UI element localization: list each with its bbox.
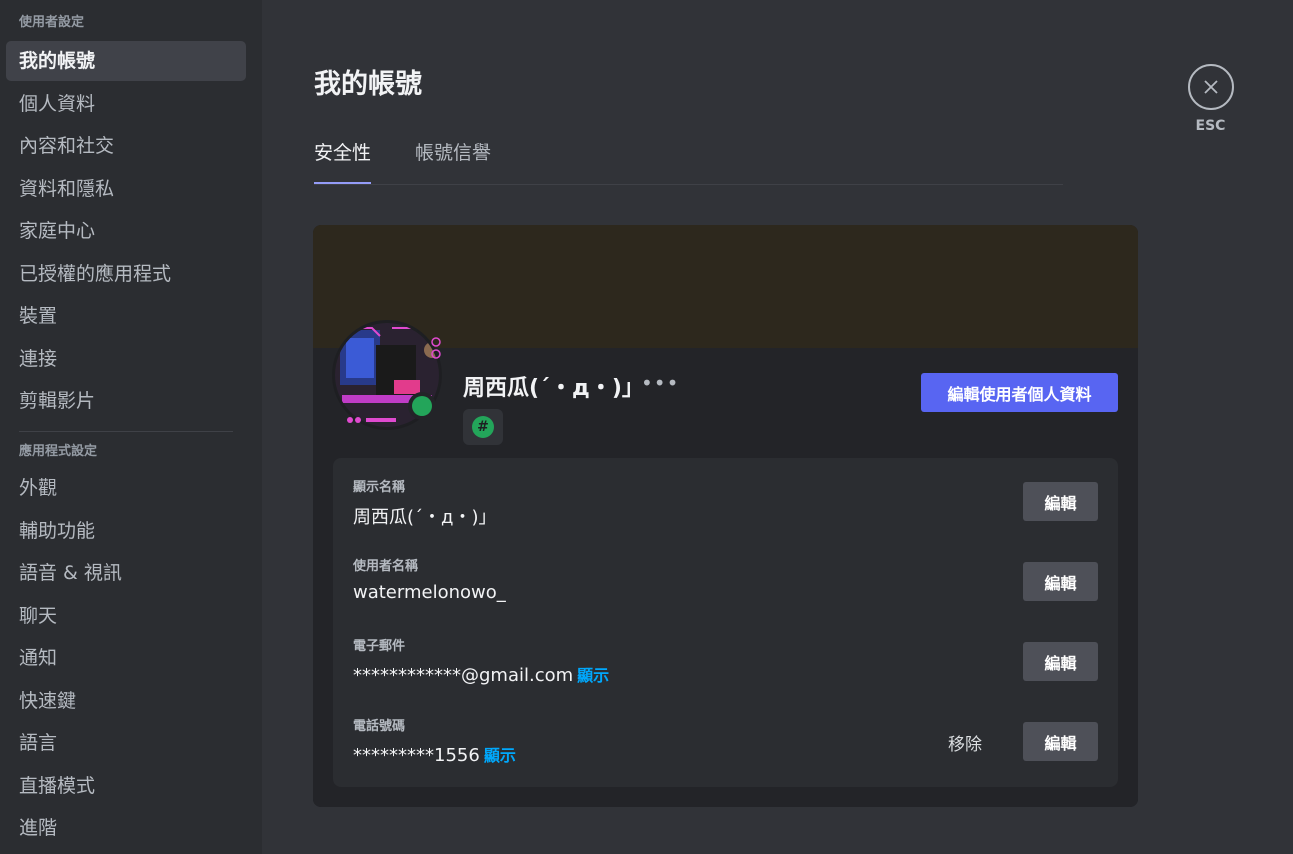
sidebar-item-accessibility[interactable]: 輔助功能 (6, 511, 246, 551)
close-icon[interactable] (1188, 64, 1234, 110)
field-label: 使用者名稱 (353, 559, 419, 574)
sidebar-item-notifications[interactable]: 通知 (6, 638, 246, 678)
edit-phone-button[interactable]: 編輯 (1023, 722, 1098, 761)
esc-label: ESC (1195, 118, 1226, 134)
sidebar-item-profiles[interactable]: 個人資料 (6, 84, 246, 124)
phone-field: 電話號碼 *********1556 顯示 (353, 718, 516, 766)
field-label: 電話號碼 (353, 719, 406, 734)
edit-email-button[interactable]: 編輯 (1023, 642, 1098, 681)
display-name-field: 顯示名稱 周西瓜(ˊ・д・)」 (353, 479, 497, 529)
sidebar-item-my-account[interactable]: 我的帳號 (6, 41, 246, 81)
sidebar-item-streamer-mode[interactable]: 直播模式 (6, 766, 246, 806)
field-label: 電子郵件 (353, 639, 406, 654)
account-info-box: 顯示名稱 周西瓜(ˊ・д・)」 編輯 使用者名稱 watermelonowo_ … (333, 458, 1118, 787)
sidebar-item-advanced[interactable]: 進階 (6, 808, 246, 848)
edit-display-name-button[interactable]: 編輯 (1023, 482, 1098, 521)
sidebar-divider (19, 431, 233, 432)
reveal-phone-link[interactable]: 顯示 (484, 746, 516, 765)
sidebar-item-appearance[interactable]: 外觀 (6, 468, 246, 508)
reveal-email-link[interactable]: 顯示 (577, 666, 609, 685)
sidebar-item-family-center[interactable]: 家庭中心 (6, 211, 246, 251)
app-settings-header: 應用程式設定 (19, 444, 98, 459)
sidebar-item-chat[interactable]: 聊天 (6, 596, 246, 636)
sidebar-item-devices[interactable]: 裝置 (6, 296, 246, 336)
field-value: 周西瓜(ˊ・д・)」 (353, 507, 497, 528)
esc-close[interactable]: ESC (1188, 64, 1234, 134)
sidebar-item-clips[interactable]: 剪輯影片 (6, 381, 246, 421)
username-field: 使用者名稱 watermelonowo_ (353, 558, 506, 603)
edit-username-button[interactable]: 編輯 (1023, 562, 1098, 601)
page-title: 我的帳號 (314, 69, 422, 100)
tab-security[interactable]: 安全性 (314, 138, 372, 184)
tab-account-standing[interactable]: 帳號信譽 (415, 138, 491, 183)
profile-display-name: 周西瓜(ˊ・д・)」 (463, 376, 644, 401)
sidebar-item-connections[interactable]: 連接 (6, 339, 246, 379)
settings-main: 我的帳號 安全性 帳號信譽 ESC 周西瓜(ˊ・д・)」 ••• # 編輯使用者… (262, 0, 1293, 854)
sidebar-item-authorized-apps[interactable]: 已授權的應用程式 (6, 254, 246, 294)
settings-sidebar: 使用者設定 我的帳號 個人資料 內容和社交 資料和隱私 家庭中心 已授權的應用程… (0, 0, 262, 854)
more-options-icon[interactable]: ••• (641, 371, 679, 395)
profile-card: 周西瓜(ˊ・д・)」 ••• # 編輯使用者個人資料 顯示名稱 周西瓜(ˊ・д・… (313, 225, 1138, 807)
email-value: ************@gmail.com (353, 665, 574, 686)
edit-user-profile-button[interactable]: 編輯使用者個人資料 (921, 373, 1118, 412)
sidebar-item-content-social[interactable]: 內容和社交 (6, 126, 246, 166)
sidebar-item-data-privacy[interactable]: 資料和隱私 (6, 169, 246, 209)
user-settings-header: 使用者設定 (19, 15, 85, 30)
phone-value: *********1556 (353, 745, 480, 766)
sidebar-item-voice-video[interactable]: 語音 & 視訊 (6, 553, 246, 593)
field-value: ************@gmail.com 顯示 (353, 662, 609, 686)
tab-bar: 安全性 帳號信譽 (314, 138, 1063, 185)
online-status-icon (408, 392, 436, 420)
field-value: *********1556 顯示 (353, 742, 516, 766)
remove-phone-button[interactable]: 移除 (948, 730, 982, 755)
field-label: 顯示名稱 (353, 480, 406, 495)
sidebar-item-keybinds[interactable]: 快速鍵 (6, 681, 246, 721)
profile-badge[interactable]: # (463, 409, 503, 445)
hashtag-icon: # (472, 416, 494, 438)
field-value: watermelonowo_ (353, 582, 506, 603)
sidebar-item-language[interactable]: 語言 (6, 723, 246, 763)
avatar-wrap (332, 320, 448, 430)
email-field: 電子郵件 ************@gmail.com 顯示 (353, 638, 609, 686)
